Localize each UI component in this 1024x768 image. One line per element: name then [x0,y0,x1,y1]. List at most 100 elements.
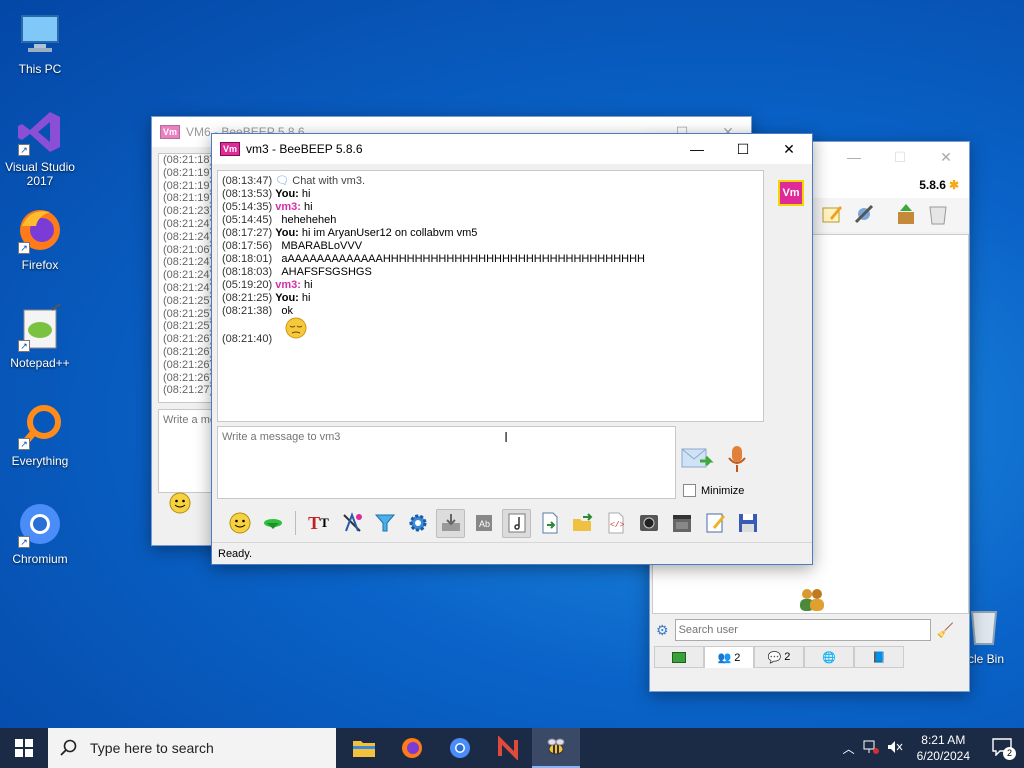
compose-box[interactable]: I [217,426,676,499]
smiley-icon[interactable] [168,491,192,518]
share-box-icon[interactable] [894,202,918,229]
message-text: heheheheh [281,214,337,226]
search-row: ⚙ 🧹 [650,616,969,644]
status-text: Ready. [218,547,253,560]
chat-message: (08:18:03) AHAFSFSGSHGS [222,266,759,279]
filter-icon[interactable] [370,509,399,538]
notifications-count: 2 [1003,747,1016,760]
shortcut-arrow-icon: ↗ [18,536,30,548]
network-icon[interactable] [863,740,879,757]
maximize-button[interactable]: ☐ [720,134,766,164]
tab-shares[interactable]: 📘 [854,646,904,668]
message-timestamp: (08:21:38) [222,305,273,317]
minimize-checkbox-row[interactable]: Minimize [683,484,744,497]
volume-muted-icon[interactable] [887,740,903,757]
chat-message: (08:18:01) aAAAAAAAAAAAAAHHHHHHHHHHHHHHH… [222,253,759,266]
chat-log[interactable]: (08:13:47) 🗨 Chat with vm3. (08:13:53) Y… [217,170,764,422]
chat-titlebar[interactable]: Vm vm3 - BeeBEEP 5.8.6 — ☐ ✕ [212,134,812,164]
start-button[interactable] [0,728,48,768]
font-icon[interactable]: TT [304,509,333,538]
clock[interactable]: 8:21 AM 6/20/2024 [917,732,970,764]
minimize-button[interactable]: — [831,142,877,172]
desktop-icon-firefox[interactable]: ↗ Firefox [0,206,80,272]
clear-search-icon[interactable]: 🧹 [937,622,954,639]
tab-network[interactable]: 🌐 [804,646,854,668]
version-label: 5.8.6 [919,178,946,192]
windows-flag-icon: ✱ [948,178,959,192]
chat-message: (05:14:35) vm3: hi [222,201,759,214]
message-input[interactable] [222,431,671,494]
music-note-icon[interactable] [502,508,531,538]
taskbar-beebeep[interactable] [532,728,580,768]
trash-icon[interactable] [926,202,950,229]
minimize-button[interactable]: — [674,134,720,164]
vm3-chat-window[interactable]: Vm vm3 - BeeBEEP 5.8.6 — ☐ ✕ (08:13:47) … [211,133,813,565]
desktop-icon-this-pc[interactable]: This PC [0,10,80,76]
chat-message: (05:14:45) heheheheh [222,214,759,227]
desktop-icon-notepadpp[interactable]: ↗ Notepad++ [0,303,80,370]
edit-note-icon[interactable] [700,509,729,538]
calendar-icon[interactable] [667,509,696,538]
desktop-icon-everything[interactable]: ↗ Everything [0,402,80,468]
timestamp: (08:21:24) [163,217,214,230]
timestamp: (08:21:26) [163,345,214,358]
user-avatar[interactable]: Vm [778,180,804,206]
tools-icon[interactable] [852,202,876,229]
search-placeholder: Type here to search [90,740,214,756]
settings-icon[interactable] [403,509,432,538]
taskbar-chromium[interactable] [436,728,484,768]
timestamp: (08:21:06) [163,243,214,256]
shortcut-arrow-icon: ↗ [18,340,30,352]
maximize-button[interactable]: ☐ [877,142,923,172]
taskbar-search[interactable]: Type here to search [48,728,336,768]
font-color-icon[interactable] [337,509,366,538]
chromium-icon [450,738,470,758]
notifications-icon[interactable]: 2 [992,738,1016,760]
desktop-icon-visual-studio[interactable]: ↗ Visual Studio 2017 [0,108,80,188]
close-button[interactable]: ✕ [766,134,812,164]
vm6-chat-log[interactable]: (08:21:18) (08:21:19) (08:21:19) (08:21:… [158,153,218,403]
send-file-icon[interactable] [535,509,564,538]
settings-gear-icon[interactable]: ⚙ [656,622,669,639]
users-count: 2 [734,651,741,664]
users-tab-icon: 👥 [717,652,732,664]
taskbar-file-explorer[interactable] [340,728,388,768]
timestamp: (08:21:27) [163,384,214,397]
toolbar-separator [295,511,296,535]
minimize-checkbox[interactable] [683,484,696,497]
tab-groups[interactable]: 💬 2 [754,646,804,668]
chat-tab-icon [672,651,686,663]
timestamp: (08:21:24) [163,269,214,282]
vm6-message-input[interactable]: Write a me [158,409,218,493]
timestamp: (08:21:24) [163,230,214,243]
send-folder-icon[interactable] [568,509,597,538]
everything-search-icon: ↗ [16,402,64,450]
emoji-button[interactable] [225,509,254,538]
screenshot-icon[interactable] [634,509,663,538]
save-floppy-icon[interactable] [733,509,762,538]
tab-users[interactable]: 👥 2 [704,646,754,668]
bee-icon [547,738,565,755]
vm-app-icon: Vm [160,125,181,139]
message-text: hi [298,188,311,200]
html-code-icon[interactable]: </> [601,509,630,538]
spellcheck-icon[interactable]: Ab [469,509,498,538]
desktop-icon-label: This PC [18,62,62,76]
microphone-icon[interactable] [726,444,748,477]
edit-profile-icon[interactable] [820,202,844,229]
close-button[interactable]: ✕ [923,142,969,172]
message-text: hi im AryanUser12 on collabvm vm5 [298,227,478,239]
chevron-up-icon[interactable]: ︿ [843,740,855,757]
desktop-icon-chromium[interactable]: ↗ Chromium [0,500,80,566]
buzz-icon[interactable] [258,509,287,538]
tab-chat[interactable] [654,646,704,668]
message-timestamp: (05:19:20) [222,279,273,291]
shortcut-arrow-icon: ↗ [18,438,30,450]
save-chat-icon[interactable] [436,508,465,538]
search-user-input[interactable] [674,619,931,641]
taskbar-firefox[interactable] [388,728,436,768]
send-message-icon[interactable] [680,445,714,476]
message-timestamp: (05:14:35) [222,201,273,213]
timestamp: (08:21:19) [163,192,214,205]
taskbar-n-app[interactable] [484,728,532,768]
